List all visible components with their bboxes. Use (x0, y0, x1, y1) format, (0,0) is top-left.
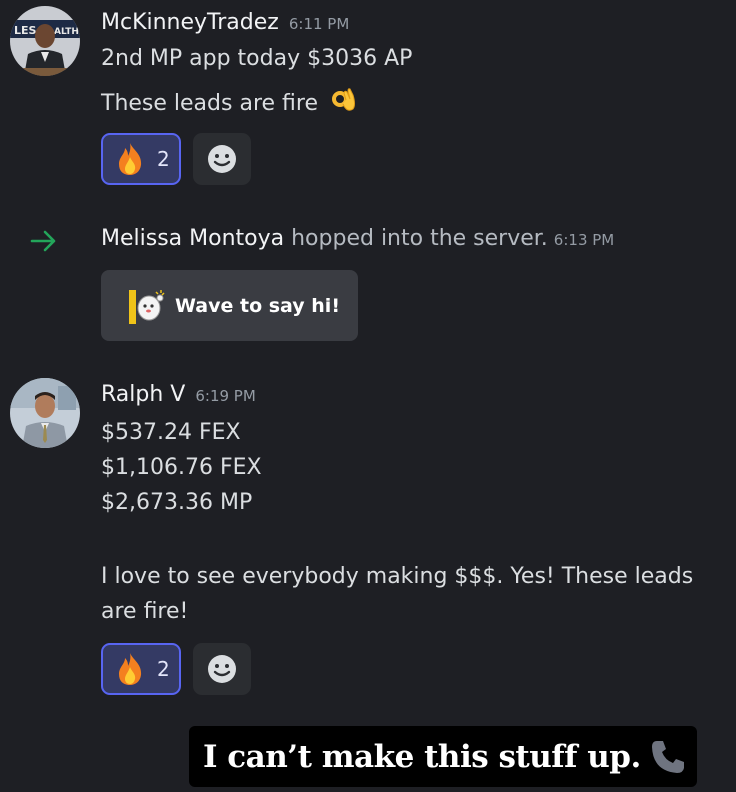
message-timestamp: 6:19 PM (195, 387, 256, 405)
message-line-text: These leads are fire (101, 91, 318, 116)
wave-to-say-hi-button[interactable]: Wave to say hi! (101, 270, 358, 341)
fire-emoji-icon (119, 143, 142, 175)
author-name[interactable]: Ralph V (101, 382, 185, 407)
caption-overlay: I can’t make this stuff up. (189, 726, 697, 787)
reaction-fire[interactable]: 2 (101, 643, 181, 695)
reaction-count: 2 (157, 657, 170, 681)
telephone-icon (651, 740, 684, 773)
svg-text:LES: LES (14, 24, 37, 37)
svg-text:ALTH: ALTH (54, 27, 79, 37)
message-line-with-emoji: These leads are fire (101, 87, 357, 119)
message-line: are fire! (101, 599, 189, 624)
add-reaction-button[interactable] (193, 643, 251, 695)
message-timestamp: 6:11 PM (288, 15, 350, 33)
ok-hand-emoji-icon (331, 88, 355, 111)
add-reaction-button[interactable] (193, 133, 251, 185)
wave-sticker-icon (129, 289, 165, 324)
smiley-add-reaction-icon (208, 145, 236, 173)
join-timestamp: 6:13 PM (553, 231, 615, 249)
avatar-mckinneytradez[interactable]: LES ALTH (10, 6, 80, 76)
message-line: 2nd MP app today $3036 AP (101, 46, 413, 71)
join-message: Melissa Montoya hopped into the server. 6… (101, 224, 614, 255)
joined-user-name[interactable]: Melissa Montoya (101, 226, 284, 251)
smiley-add-reaction-icon (208, 655, 236, 683)
message-line: $2,673.36 MP (101, 490, 253, 515)
message-author[interactable]: Ralph V 6:19 PM (101, 382, 256, 407)
fire-emoji-icon (119, 653, 142, 685)
wave-button-label: Wave to say hi! (175, 294, 340, 317)
reaction-count: 2 (157, 147, 170, 171)
message-line: $537.24 FEX (101, 420, 241, 445)
author-name[interactable]: McKinneyTradez (101, 10, 279, 35)
join-text: hopped into the server. (284, 226, 548, 251)
message-line: I love to see everybody making $$$. Yes!… (101, 564, 694, 589)
join-arrow-icon (30, 230, 56, 252)
message-author[interactable]: McKinneyTradez 6:11 PM (101, 10, 349, 35)
message-line: $1,106.76 FEX (101, 455, 262, 480)
reaction-fire[interactable]: 2 (101, 133, 181, 185)
caption-text: I can’t make this stuff up. (203, 738, 641, 775)
avatar-ralph-v[interactable] (10, 378, 80, 448)
